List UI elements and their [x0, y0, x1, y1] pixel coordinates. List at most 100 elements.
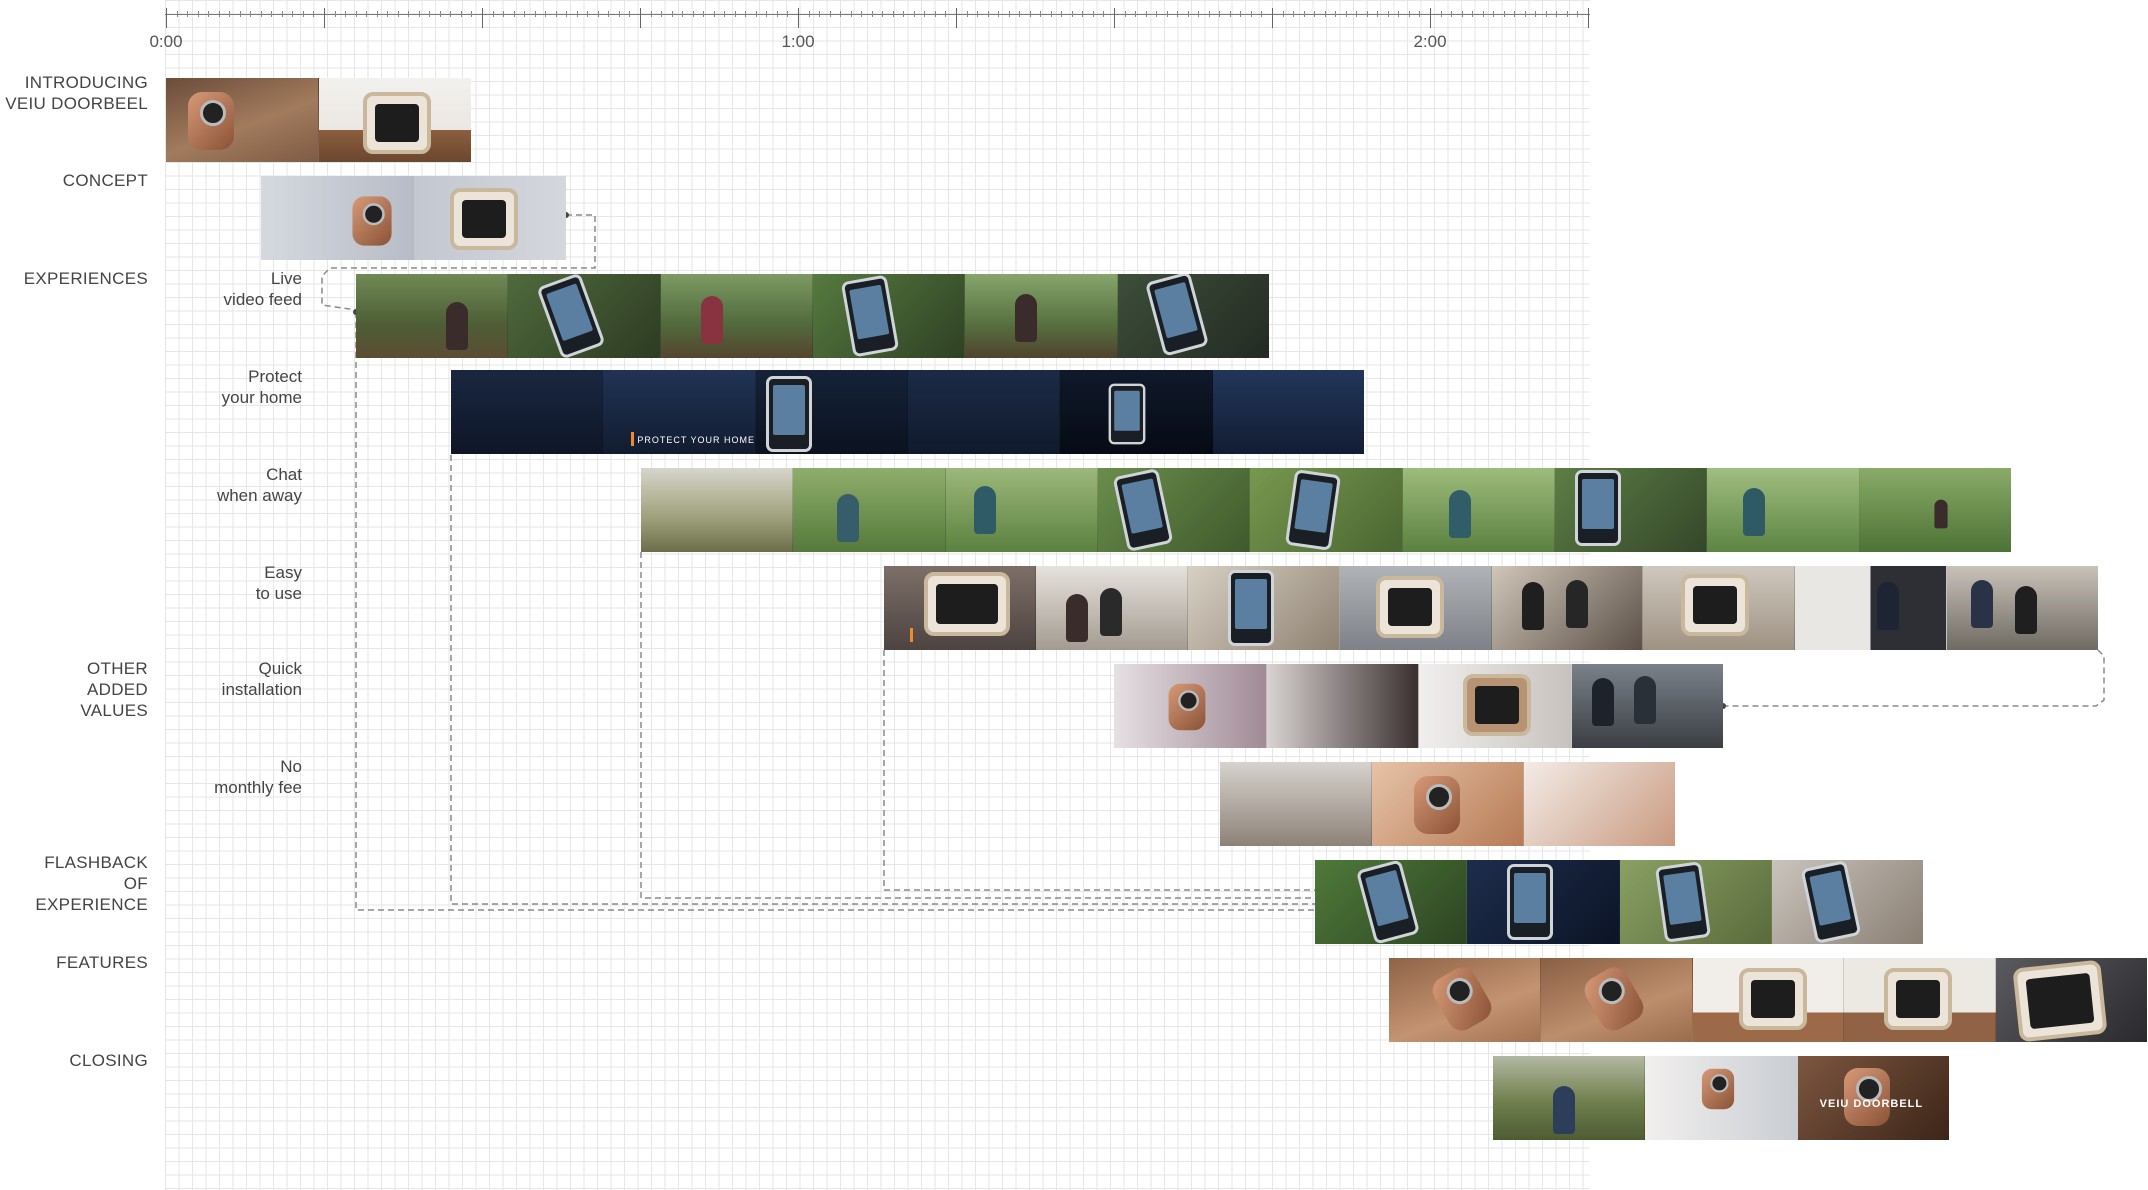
phone-icon [840, 274, 900, 358]
ruler-tick [1282, 11, 1284, 17]
phone-icon [1108, 383, 1146, 445]
doorbell-camera-icon [1579, 962, 1649, 1036]
ruler-tick [597, 11, 599, 17]
frame-easy-6 [1643, 566, 1796, 650]
tick-label-0-00: 0:00 [149, 32, 183, 51]
section-label-intro: INTRODUCING VEIU DOORBEEL [5, 73, 148, 113]
section-label-experiences: EXPERIENCES [23, 269, 148, 288]
frame-easy-2 [1035, 566, 1188, 650]
ruler-tick [1219, 11, 1221, 17]
frame-easy-4 [1339, 566, 1492, 650]
frame-chat-3 [945, 468, 1098, 552]
ruler-tick [239, 11, 241, 17]
sub-label-easy-to-use: Easy to use [255, 563, 302, 603]
ruler-tick [1293, 11, 1295, 17]
ruler-tick [334, 11, 336, 17]
ruler-tick [1345, 11, 1347, 17]
ruler-tick [1303, 11, 1305, 17]
tick-label-2-00: 2:00 [1413, 32, 1447, 51]
frame-easy-3 [1187, 566, 1340, 650]
ruler-tick [1503, 11, 1505, 17]
indoor-display-icon [450, 188, 518, 250]
ruler-tick [861, 11, 863, 17]
frame-easy-7 [1795, 566, 1948, 650]
ruler-tick [650, 11, 652, 17]
frame-chat-5 [1250, 468, 1403, 552]
phone-icon [765, 376, 812, 452]
section-label-closing: CLOSING [69, 1051, 148, 1070]
ruler-tick [1114, 8, 1115, 28]
ruler-tick [1324, 11, 1326, 17]
indoor-screen-icon [1738, 968, 1807, 1030]
frame-intro-screen-device [319, 78, 471, 162]
doorbell-camera-icon [1168, 683, 1206, 731]
strip-features [1389, 958, 2147, 1042]
person-figure [1521, 582, 1544, 630]
frame-features-5 [1996, 958, 2147, 1042]
frame-features-1 [1389, 958, 1541, 1042]
ruler-tick [713, 11, 715, 17]
runner-figure [973, 486, 996, 534]
ruler-tick [787, 11, 789, 17]
ruler-tick [1556, 11, 1558, 17]
ruler-tick [850, 11, 852, 17]
frame-live-5 [965, 274, 1118, 358]
ruler-tick [1566, 11, 1568, 17]
frame-easy-5 [1491, 566, 1644, 650]
frame-flashback-1 [1315, 860, 1468, 944]
ruler-tick [755, 11, 757, 17]
ruler-tick [1577, 11, 1579, 17]
door-camera-icon [352, 196, 392, 246]
ruler-tick [766, 11, 768, 17]
frame-flashback-4 [1771, 860, 1923, 944]
frame-protect-4 [907, 370, 1061, 454]
ruler-tick [924, 11, 926, 17]
ruler-tick [734, 11, 736, 17]
ruler-tick [324, 8, 325, 28]
ruler-tick [1398, 11, 1400, 17]
ruler-tick [798, 8, 799, 28]
doorbell-camera-icon [1427, 962, 1497, 1036]
ruler-tick [450, 11, 452, 17]
person-figure [1877, 582, 1900, 630]
closing-logo-text: VEIU DOORBELL [1819, 1098, 1924, 1110]
phone-icon [1227, 570, 1274, 646]
runner-figure [1448, 490, 1471, 538]
ruler-tick [197, 11, 199, 17]
doorbell-camera-icon [1702, 1068, 1735, 1110]
ruler-tick [966, 11, 968, 17]
frame-live-4 [812, 274, 966, 358]
person-figure [1099, 588, 1122, 636]
sub-label-chat-when-away: Chat when away [216, 465, 302, 505]
ruler-tick [1482, 11, 1484, 17]
ruler-tick [892, 11, 894, 17]
ruler-tick [1061, 11, 1063, 17]
ruler-tick [429, 11, 431, 17]
ruler-tick [1145, 11, 1147, 17]
section-label-concept: CONCEPT [62, 171, 148, 190]
ruler-tick [1366, 11, 1368, 17]
frame-chat-9 [1859, 468, 2011, 552]
phone-icon [1507, 864, 1554, 940]
frame-intro-doorbell-on-table [166, 78, 319, 162]
person-figure [1633, 676, 1656, 724]
ruler-tick [1472, 11, 1474, 17]
strip-quick-installation [1114, 664, 1723, 748]
ruler-tick [229, 11, 231, 17]
ruler-tick [1082, 11, 1084, 17]
frame-closing-street [1493, 1056, 1646, 1140]
ruler-tick [1166, 11, 1168, 17]
ruler-tick [1229, 11, 1231, 17]
ruler-tick [1461, 11, 1463, 17]
strip-protect-your-home: PROTECT YOUR HOME [451, 370, 1364, 454]
strip-easy-to-use [884, 566, 2098, 650]
frame-concept-indoor-display [414, 176, 566, 260]
strip-closing: VEIU DOORBELL [1493, 1056, 1949, 1140]
doorbell-camera-icon [1843, 1068, 1890, 1126]
frame-fee-house [1220, 762, 1372, 846]
caption-marker [631, 432, 635, 446]
strip-concept [261, 176, 566, 260]
ruler-tick [1156, 11, 1158, 17]
frame-closing-logo: VEIU DOORBELL [1797, 1056, 1949, 1140]
doorbell-camera-icon [1414, 776, 1460, 834]
